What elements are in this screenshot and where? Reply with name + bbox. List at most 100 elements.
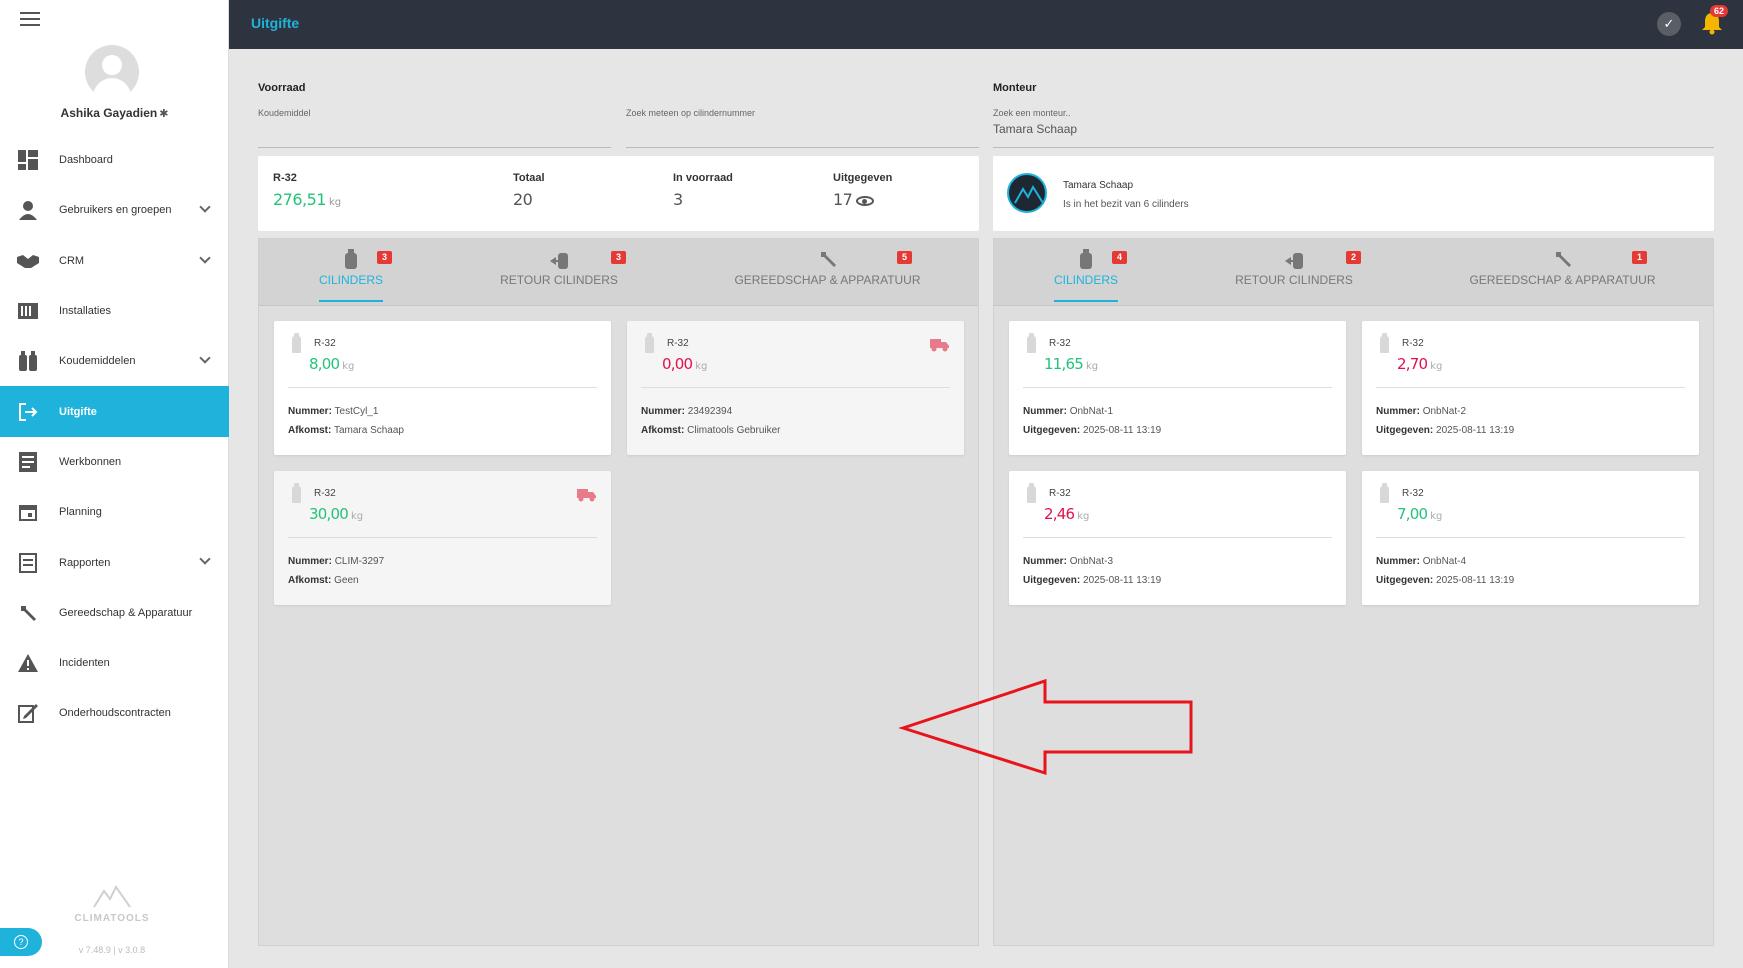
card-line-label: Afkomst:: [641, 425, 685, 436]
tab-label: CILINDERS: [318, 273, 383, 287]
eye-icon[interactable]: [856, 195, 875, 206]
handshake-icon: [17, 250, 39, 272]
stock-stats-card: R-32 276,51 kg Totaal 20 In voorraad 3 Ui…: [258, 156, 979, 231]
monteur-search-input[interactable]: Tamara Schaap: [993, 122, 1077, 136]
monteur-name: Tamara Schaap: [1063, 180, 1134, 191]
page-title: Uitgifte: [251, 15, 300, 31]
cylinder-card[interactable]: R-32 7,00 kg Nummer: OnbNat-4 Uitgegeven:…: [1362, 471, 1699, 605]
card-line-label: Uitgegeven:: [1376, 425, 1434, 436]
tab-cilinders[interactable]: CILINDERS 4: [994, 239, 1178, 306]
card-line-value: 2025-08-11 13:19: [1436, 575, 1515, 586]
card-gas: R-32: [1049, 488, 1071, 499]
sidebar-item-werkbonnen[interactable]: Werkbonnen: [0, 437, 229, 487]
card-line-value: OnbNat-4: [1422, 556, 1467, 567]
wrench-icon: [1410, 239, 1715, 269]
sidebar-item-gereedschap[interactable]: Gereedschap & Apparatuur: [0, 588, 229, 638]
exit-icon: [17, 401, 39, 423]
card-line-1: Nummer: OnbNat-1: [1023, 406, 1113, 417]
help-button[interactable]: ?: [0, 928, 42, 956]
sidebar-item-rapporten[interactable]: Rapporten: [0, 537, 229, 587]
card-line-value: Tamara Schaap: [333, 425, 404, 436]
voorraad-title: Voorraad: [258, 82, 306, 94]
cylinder-card[interactable]: R-32 2,70 kg Nummer: OnbNat-2 Uitgegeven:…: [1362, 321, 1699, 455]
menu-icon[interactable]: [20, 12, 40, 26]
notification-bell[interactable]: 62: [1699, 5, 1729, 36]
cylinder-card[interactable]: R-32 2,46 kg Nummer: OnbNat-3 Uitgegeven:…: [1009, 471, 1346, 605]
tab-badge: 1: [1632, 251, 1647, 264]
monteur-search-underline[interactable]: [993, 147, 1714, 148]
stat-issued: Uitgegeven 17: [833, 172, 892, 209]
cylinders-icon: [17, 350, 39, 372]
stat-total-value: 20: [513, 190, 533, 209]
monteur-panel: CILINDERS 4 RETOUR CILINDERS 2 GEREEDSCH…: [993, 238, 1714, 946]
stat-instock-value: 3: [673, 190, 683, 209]
cylinder-search-label: Zoek meteen op cilindernummer: [626, 108, 756, 118]
sidebar-item-onderhoudscontracten[interactable]: Onderhoudscontracten: [0, 688, 229, 738]
card-unit: kg: [695, 361, 708, 372]
card-weight-value: 8,00: [309, 355, 340, 373]
card-line-value: Climatools Gebruiker: [687, 425, 781, 436]
card-weight: 11,65 kg: [1044, 355, 1098, 373]
cylinder-search-underline[interactable]: [626, 147, 979, 148]
tab-gereedschap[interactable]: GEREEDSCHAP & APPARATUUR 5: [675, 239, 980, 306]
sidebar-item-label: Koudemiddelen: [59, 355, 136, 368]
tab-cilinders[interactable]: CILINDERS 3: [259, 239, 443, 306]
stat-instock-label: In voorraad: [673, 172, 733, 184]
sidebar-nav: Dashboard Gebruikers en groepen CRM Inst…: [0, 135, 229, 739]
card-weight: 8,00 kg: [309, 355, 354, 373]
tab-active-underline: [1054, 300, 1118, 302]
card-line-value: OnbNat-3: [1069, 556, 1114, 567]
tab-retour-cilinders[interactable]: RETOUR CILINDERS 2: [1178, 239, 1410, 306]
card-line-2: Uitgegeven: 2025-08-11 13:19: [1376, 575, 1514, 586]
sidebar-item-installaties[interactable]: Installaties: [0, 286, 229, 336]
voorraad-tabs: CILINDERS 3 RETOUR CILINDERS 3 GEREEDSCH…: [259, 239, 978, 306]
card-line-2: Afkomst: Climatools Gebruiker: [641, 425, 781, 436]
stat-gas-label: R-32: [273, 172, 297, 184]
user-name[interactable]: Ashika Gayadien ✱: [0, 106, 229, 120]
cylinder-card[interactable]: R-32 30,00 kg Nummer: CLIM-3297 Afkomst: …: [274, 471, 611, 605]
tab-retour-cilinders[interactable]: RETOUR CILINDERS 3: [443, 239, 675, 306]
sidebar-item-dashboard[interactable]: Dashboard: [0, 135, 229, 185]
sidebar-item-koudemiddelen[interactable]: Koudemiddelen: [0, 336, 229, 386]
card-unit: kg: [1430, 511, 1443, 522]
cylinder-card[interactable]: R-32 8,00 kg Nummer: TestCyl_1 Afkomst: T…: [274, 321, 611, 455]
sidebar-item-users[interactable]: Gebruikers en groepen: [0, 185, 229, 235]
sidebar-item-label: Gereedschap & Apparatuur: [59, 606, 193, 619]
card-weight-value: 7,00: [1397, 505, 1428, 523]
card-unit: kg: [1077, 511, 1090, 522]
card-line-label: Uitgegeven:: [1023, 425, 1081, 436]
sidebar-item-label: Onderhoudscontracten: [59, 707, 171, 720]
card-divider: [641, 387, 950, 388]
cylinder-icon: [259, 239, 443, 269]
card-weight: 0,00 kg: [662, 355, 707, 373]
wrench-icon: [17, 602, 39, 624]
gear-icon[interactable]: ✱: [159, 108, 168, 120]
cylinder-card[interactable]: R-32 0,00 kg Nummer: 23492394 Afkomst: Cl…: [627, 321, 964, 455]
cylinder-card[interactable]: R-32 11,65 kg Nummer: OnbNat-1 Uitgegeven…: [1009, 321, 1346, 455]
sidebar-item-incidenten[interactable]: Incidenten: [0, 638, 229, 688]
tab-badge: 2: [1346, 251, 1361, 264]
card-weight: 2,46 kg: [1044, 505, 1089, 523]
chevron-down-icon[interactable]: [199, 352, 211, 364]
card-unit: kg: [350, 511, 364, 522]
refrigerant-select-underline[interactable]: [258, 147, 611, 148]
check-icon[interactable]: ✓: [1657, 12, 1681, 36]
tab-active-underline: [319, 300, 383, 302]
tab-gereedschap[interactable]: GEREEDSCHAP & APPARATUUR 1: [1410, 239, 1715, 306]
cylinder-icon: [1380, 483, 1389, 503]
stat-gas-weight: 276,51 kg: [273, 190, 341, 209]
chevron-down-icon[interactable]: [199, 251, 211, 264]
dashboard-icon: [17, 149, 39, 171]
card-line-1: Nummer: TestCyl_1: [288, 406, 378, 417]
monteur-info-card: Tamara Schaap Is in het bezit van 6 cili…: [993, 156, 1714, 231]
avatar[interactable]: [85, 45, 139, 99]
sidebar-item-crm[interactable]: CRM: [0, 236, 229, 286]
chevron-down-icon[interactable]: [199, 553, 211, 566]
cylinder-icon: [292, 483, 301, 503]
sidebar-item-planning[interactable]: Planning: [0, 487, 229, 537]
report-icon: [17, 552, 39, 574]
card-divider: [1376, 387, 1685, 388]
tab-label: RETOUR CILINDERS: [500, 273, 618, 287]
sidebar-item-uitgifte[interactable]: Uitgifte: [0, 386, 229, 437]
chevron-down-icon[interactable]: [199, 201, 211, 213]
